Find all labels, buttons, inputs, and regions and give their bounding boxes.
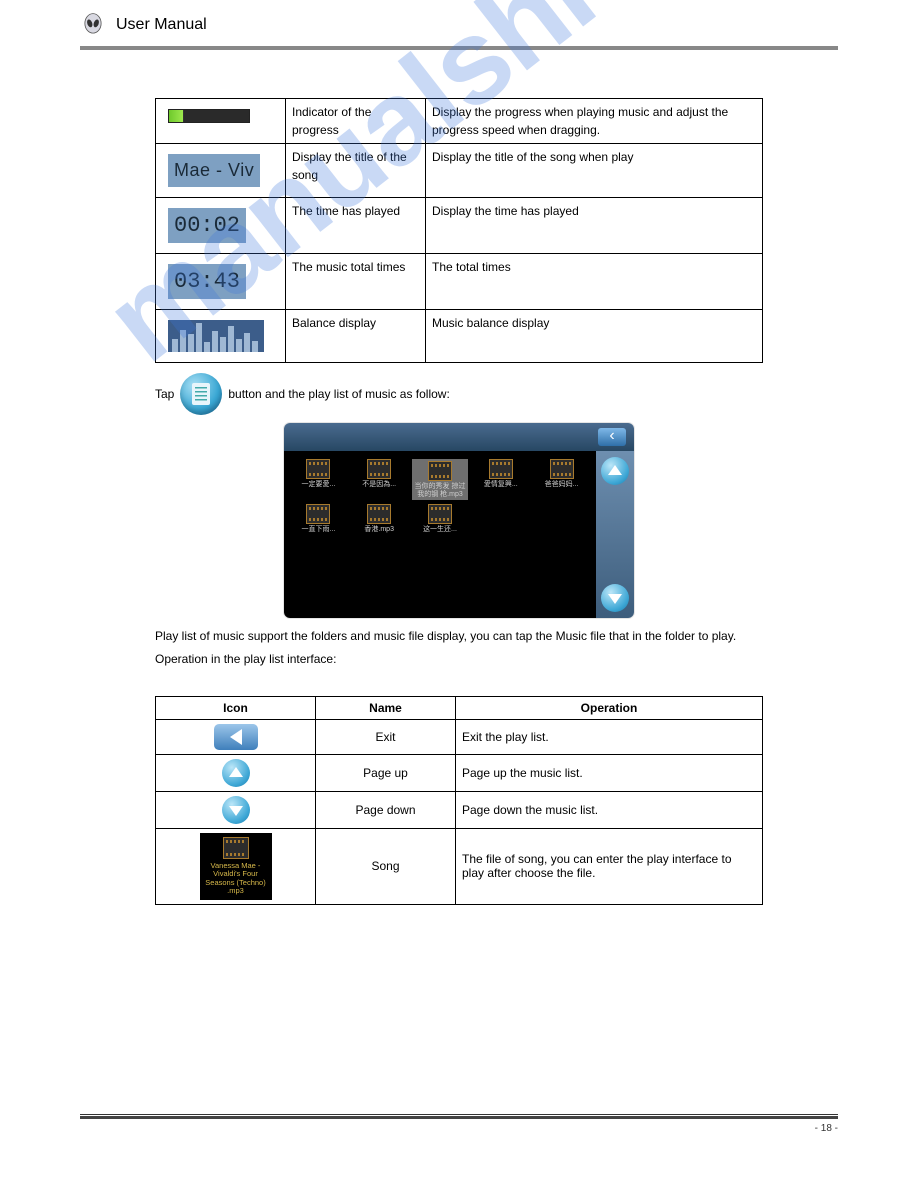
film-icon [223,837,249,859]
playlist-instruction: Tap button and the play list of music as… [155,373,763,415]
playlist-description: Play list of music support the folders a… [155,628,763,668]
table-row: Exit Exit the play list. [156,719,763,754]
column-header: Icon [156,696,316,719]
page-up-button-icon[interactable] [222,759,250,787]
column-header: Operation [456,696,763,719]
page-down-button-icon[interactable] [222,796,250,824]
playlist-button-icon[interactable] [180,373,222,415]
table-row: Page down Page down the music list. [156,791,763,828]
playlist-screenshot: ‹ 一定要愛... 不是因為... 当你的秀发 掠过我的钢 枪.mp3 愛情复興… [284,423,634,618]
song-file-label: Vanessa Mae - Vivaldi's Four Seasons (Te… [202,862,270,897]
row-name: Display the title of the song [286,144,426,198]
exit-button-icon[interactable] [214,724,258,750]
list-item[interactable]: 香港.mp3 [351,504,408,534]
table-row: Balance display Music balance display [156,310,763,363]
list-item[interactable]: 这一生还... [412,504,469,534]
list-item[interactable]: 不是因為... [351,459,408,500]
row-desc: Music balance display [426,310,763,363]
list-item[interactable]: 爸爸妈妈... [533,459,590,500]
film-icon [367,504,391,524]
page-up-button[interactable] [601,457,629,485]
table-row: Page up Page up the music list. [156,754,763,791]
list-item[interactable]: 一定要愛... [290,459,347,500]
equalizer-icon [168,320,264,352]
table-row: 03:43 The music total times The total ti… [156,254,763,310]
row-name: The music total times [286,254,426,310]
playlist-operations-table: Icon Name Operation Exit Exit the play l… [155,696,763,906]
column-header: Name [316,696,456,719]
list-item[interactable]: 一直下雨... [290,504,347,534]
playlist-desc-line: Operation in the play list interface: [155,651,763,668]
progress-indicator-icon [168,109,250,123]
row-name: Page up [316,754,456,791]
elapsed-time-icon: 00:02 [168,208,246,243]
list-item[interactable]: 愛情复興... [472,459,529,500]
row-operation: The file of song, you can enter the play… [456,828,763,905]
header-divider [80,46,838,50]
footer-divider [80,1116,838,1119]
player-controls-table: Indicator of the progress Display the pr… [155,98,763,363]
chevron-left-icon [230,729,242,745]
film-icon [306,504,330,524]
playlist-desc-line: Play list of music support the folders a… [155,628,763,645]
film-icon [306,459,330,479]
playlist-prefix: Tap [155,387,174,401]
footer-divider [80,1114,838,1115]
arrow-down-icon [608,594,622,604]
header-title: User Manual [116,16,207,34]
page-down-button[interactable] [601,584,629,612]
film-icon [428,461,452,481]
row-operation: Page down the music list. [456,791,763,828]
alien-logo-icon [80,12,106,38]
table-row: Indicator of the progress Display the pr… [156,99,763,144]
film-icon [428,504,452,524]
screenshot-scrollbar [596,451,634,618]
row-operation: Page up the music list. [456,754,763,791]
row-name: Indicator of the progress [286,99,426,144]
total-time-icon: 03:43 [168,264,246,299]
row-desc: Display the progress when playing music … [426,99,763,144]
table-row: Mae - Viv Display the title of the song … [156,144,763,198]
table-row: Vanessa Mae - Vivaldi's Four Seasons (Te… [156,828,763,905]
row-name: The time has played [286,198,426,254]
page-header: User Manual [0,0,918,38]
row-name: Balance display [286,310,426,363]
arrow-up-icon [229,767,243,777]
film-icon [367,459,391,479]
song-file-icon[interactable]: Vanessa Mae - Vivaldi's Four Seasons (Te… [200,833,272,901]
row-operation: Exit the play list. [456,719,763,754]
table-row: 00:02 The time has played Display the ti… [156,198,763,254]
list-item-selected[interactable]: 当你的秀发 掠过我的钢 枪.mp3 [412,459,469,500]
page-number: - 18 - [80,1123,838,1134]
row-desc: Display the title of the song when play [426,144,763,198]
row-name: Page down [316,791,456,828]
film-icon [489,459,513,479]
table-header-row: Icon Name Operation [156,696,763,719]
row-name: Exit [316,719,456,754]
document-icon [192,383,210,405]
playlist-suffix: button and the play list of music as fol… [228,387,449,401]
row-name: Song [316,828,456,905]
arrow-up-icon [608,465,622,475]
back-icon[interactable]: ‹ [598,428,626,446]
screenshot-titlebar: ‹ [284,423,634,451]
row-desc: The total times [426,254,763,310]
song-title-chip-icon: Mae - Viv [168,154,260,187]
page-footer: - 18 - [80,1114,838,1135]
arrow-down-icon [229,806,243,816]
row-desc: Display the time has played [426,198,763,254]
film-icon [550,459,574,479]
